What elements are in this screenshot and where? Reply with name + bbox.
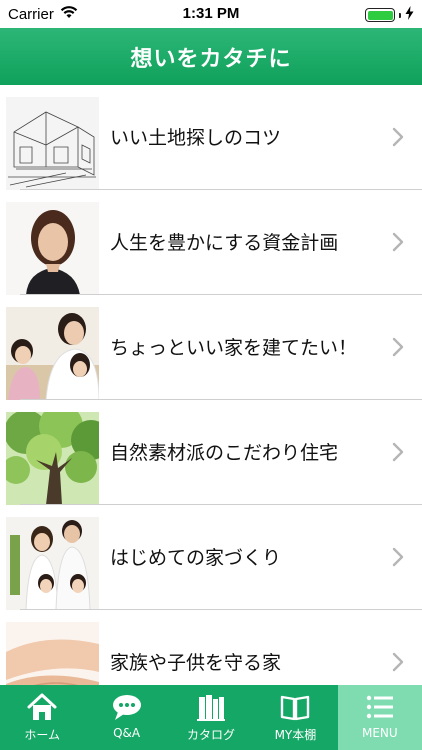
list-item-protect[interactable]: 家族や子供を守る家 bbox=[0, 610, 422, 685]
list-item-first-home[interactable]: はじめての家づくり bbox=[0, 505, 422, 610]
chevron-right-icon bbox=[392, 337, 404, 357]
tab-menu[interactable]: MENU bbox=[337, 685, 422, 750]
list-item-house[interactable]: ちょっといい家を建てたい！ bbox=[0, 295, 422, 400]
tab-qa[interactable]: Q&A bbox=[84, 685, 168, 750]
list-item-finance[interactable]: 人生を豊かにする資金計画 bbox=[0, 190, 422, 295]
list-item-label: 自然素材派のこだわり住宅 bbox=[110, 442, 339, 464]
tab-label: カタログ bbox=[187, 728, 236, 742]
chevron-right-icon bbox=[392, 127, 404, 147]
chevron-right-icon bbox=[392, 442, 404, 462]
tab-bar: ホーム Q&A カタログ MY本棚 MENU bbox=[0, 685, 422, 750]
page-title: 想いをカタチに bbox=[130, 46, 292, 72]
chevron-right-icon bbox=[392, 547, 404, 567]
family-portrait-image bbox=[6, 517, 99, 610]
list-item-land[interactable]: いい土地探しのコツ bbox=[0, 85, 422, 190]
tab-label: MY本棚 bbox=[274, 728, 317, 742]
list-item-label: はじめての家づくり bbox=[110, 547, 282, 569]
speech-bubble-icon bbox=[112, 695, 141, 720]
tab-catalog[interactable]: カタログ bbox=[169, 685, 253, 750]
tab-home[interactable]: ホーム bbox=[0, 685, 84, 750]
house-sketch-image bbox=[6, 97, 99, 190]
status-time: 1:31 PM bbox=[182, 5, 240, 22]
books-icon bbox=[197, 695, 226, 721]
tab-label: MENU bbox=[361, 726, 398, 740]
status-battery bbox=[365, 6, 414, 24]
woman-portrait-image bbox=[6, 202, 99, 295]
list-item-label: 家族や子供を守る家 bbox=[110, 652, 282, 674]
battery-icon bbox=[365, 8, 395, 22]
tab-label: ホーム bbox=[24, 728, 61, 742]
family-kitchen-image bbox=[6, 307, 99, 400]
list-item-natural[interactable]: 自然素材派のこだわり住宅 bbox=[0, 400, 422, 505]
tab-label: Q&A bbox=[113, 726, 141, 740]
article-list: いい土地探しのコツ 人生を豊かにする資金計画 ちょっといい家を建てたい！ 自然素… bbox=[0, 85, 422, 685]
list-item-label: いい土地探しのコツ bbox=[110, 127, 282, 149]
charging-bolt-icon bbox=[405, 6, 414, 24]
status-bar: Carrier 1:31 PM bbox=[0, 0, 422, 28]
list-item-label: 人生を豊かにする資金計画 bbox=[110, 232, 339, 254]
hands-image bbox=[6, 622, 99, 685]
tree-canopy-image bbox=[6, 412, 99, 505]
tab-my-bookshelf[interactable]: MY本棚 bbox=[253, 685, 337, 750]
open-book-icon bbox=[281, 695, 310, 721]
home-icon bbox=[27, 693, 57, 720]
chevron-right-icon bbox=[392, 232, 404, 252]
list-item-label: ちょっといい家を建てたい！ bbox=[110, 337, 358, 359]
menu-list-icon bbox=[366, 695, 393, 719]
chevron-right-icon bbox=[392, 652, 404, 672]
nav-bar: 想いをカタチに bbox=[0, 28, 422, 85]
